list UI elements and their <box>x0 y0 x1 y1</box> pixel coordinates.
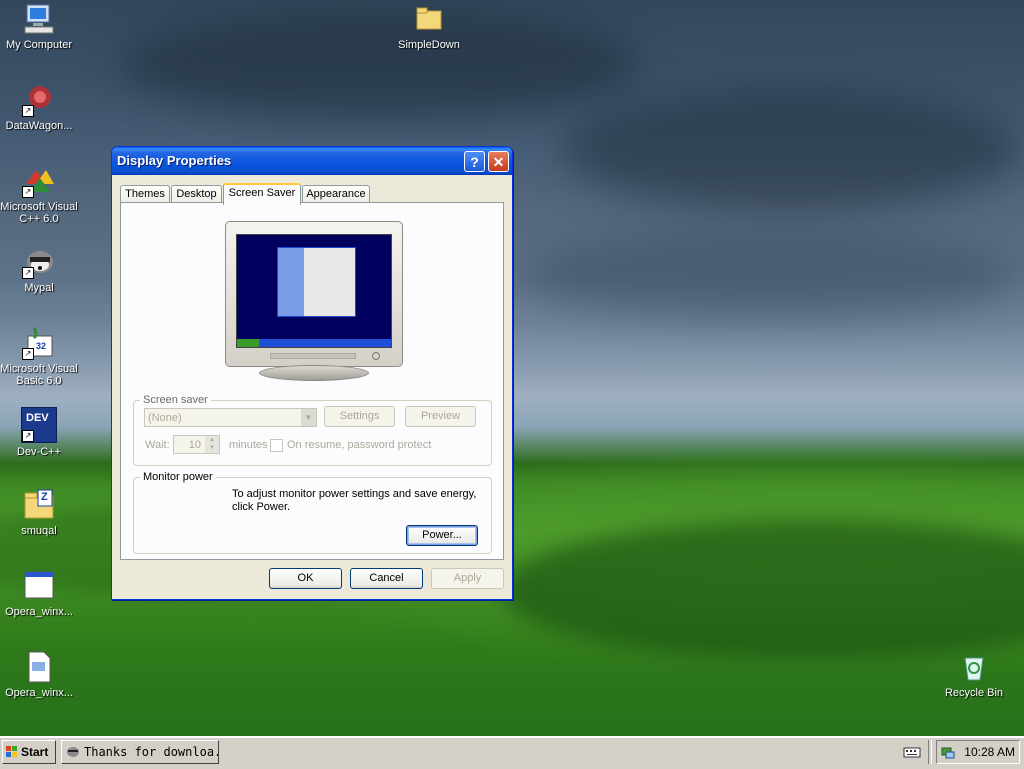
shortcut-arrow-icon: ↗ <box>22 186 34 198</box>
desktop-icon-visual-cpp[interactable]: ↗ Microsoft Visual C++ 6.0 <box>0 164 79 225</box>
wallpaper-cloud <box>120 10 640 120</box>
taskbar-item-browser[interactable]: Thanks for downloa... <box>61 740 219 764</box>
monitor-preview <box>225 221 403 367</box>
dev-glyph: DEV <box>26 412 49 424</box>
screen-saver-select[interactable]: (None) ▼ <box>144 408 317 427</box>
desktop-icon-opera-1[interactable]: Opera_winx... <box>0 569 79 618</box>
desktop-icon-label: Opera_winx... <box>5 687 73 699</box>
monitor-power-description: To adjust monitor power settings and sav… <box>232 488 477 513</box>
spinner-arrows-icon[interactable]: ▲ ▼ <box>205 436 219 453</box>
visual-cpp-icon: ↗ <box>22 164 56 198</box>
desktop-icon-label: Microsoft Visual C++ 6.0 <box>0 201 78 225</box>
desktop-icon-label: Dev-C++ <box>16 446 62 458</box>
taskbar-item-label: Thanks for downloa... <box>84 745 218 759</box>
dev-cpp-icon: DEV ↗ <box>21 407 57 443</box>
zip-folder-icon: Z <box>22 488 56 522</box>
cancel-button[interactable]: Cancel <box>350 568 423 589</box>
password-protect-label: On resume, password protect <box>287 439 432 451</box>
close-icon: ✕ <box>492 154 505 170</box>
monitor-power-group-label: Monitor power <box>143 471 213 483</box>
shortcut-arrow-icon: ↗ <box>22 105 34 117</box>
desktop-icon-label: DataWagon... <box>5 120 73 132</box>
datawagon-icon: ↗ <box>22 83 56 117</box>
ok-button[interactable]: OK <box>269 568 342 589</box>
desktop-icon-dev-cpp[interactable]: DEV ↗ Dev-C++ <box>0 407 79 458</box>
screen-saver-group-label: Screen saver <box>143 394 208 406</box>
wait-minutes-spinner[interactable]: 10 ▲ ▼ <box>173 435 220 454</box>
wallpaper-cloud <box>560 90 1020 210</box>
desktop-icon-label: Opera_winx... <box>5 606 73 618</box>
shortcut-arrow-icon: ↗ <box>22 430 34 442</box>
title-bar[interactable]: Display Properties ? ✕ <box>112 147 512 175</box>
screen-saver-select-value: (None) <box>148 412 182 424</box>
raccoon-icon <box>67 747 79 757</box>
monitor-power-led-icon <box>372 352 380 360</box>
desktop-icon-label: Recycle Bin <box>944 687 1004 699</box>
settings-button[interactable]: Settings <box>324 406 395 427</box>
start-button[interactable]: Start <box>2 740 56 764</box>
monitor-slot <box>270 353 356 359</box>
windows-logo-icon <box>6 746 17 757</box>
network-tray-icon[interactable] <box>940 744 956 760</box>
desktop-icon-label: Mypal <box>24 282 54 294</box>
raccoon-icon: ↗ <box>22 245 56 279</box>
preview-button[interactable]: Preview <box>405 406 476 427</box>
desktop-icon-datawagon[interactable]: ↗ DataWagon... <box>0 83 79 132</box>
display-properties-dialog: Display Properties ? ✕ Themes Desktop Sc… <box>111 146 513 600</box>
keyboard-icon[interactable] <box>903 745 921 762</box>
desktop-icon-smuqal[interactable]: Z smuqal <box>0 488 79 537</box>
help-button[interactable]: ? <box>464 151 485 172</box>
screen-saver-panel: Screen saver (None) ▼ Settings Preview W… <box>120 202 504 560</box>
wallpaper-hill <box>500 520 1024 660</box>
window-file-icon <box>22 569 56 603</box>
desktop-icon-label: My Computer <box>5 39 73 51</box>
tab-appearance[interactable]: Appearance <box>302 185 370 203</box>
vb-version-glyph: 32 <box>36 341 47 351</box>
taskbar: Start Thanks for downloa... 10:28 AM <box>0 736 1024 769</box>
desktop-icon-label: smuqal <box>21 525 57 537</box>
preview-start-button <box>237 339 259 347</box>
desktop-icon-label: SimpleDown <box>398 39 460 51</box>
preview-window-thumbnail <box>277 247 356 317</box>
preview-taskbar <box>237 339 391 347</box>
desktop-icon-label: Microsoft Visual Basic 6.0 <box>0 363 78 387</box>
wait-label: Wait: <box>145 439 170 451</box>
wallpaper-cloud <box>520 230 1020 320</box>
preview-screen <box>236 234 392 348</box>
desktop-icon-simpledown[interactable]: SimpleDown <box>389 2 469 51</box>
wait-minutes-value: 10 <box>188 439 201 451</box>
apply-button[interactable]: Apply <box>431 568 504 589</box>
recycle-bin-icon <box>957 650 991 684</box>
start-label: Start <box>21 745 49 759</box>
desktop-icon-visual-basic[interactable]: 32 ↗ Microsoft Visual Basic 6.0 <box>0 326 79 387</box>
folder-icon <box>412 2 446 36</box>
monitor-stand <box>259 365 369 381</box>
chevron-down-icon: ▼ <box>301 409 316 426</box>
minutes-label: minutes <box>229 439 268 451</box>
tab-screen-saver[interactable]: Screen Saver <box>223 183 301 205</box>
power-button[interactable]: Power... <box>406 525 478 546</box>
system-tray: 10:28 AM <box>936 740 1020 764</box>
visual-basic-icon: 32 ↗ <box>22 326 56 360</box>
clock[interactable]: 10:28 AM <box>964 741 1015 763</box>
tab-themes[interactable]: Themes <box>120 185 170 203</box>
help-icon: ? <box>470 154 479 170</box>
dialog-title: Display Properties <box>117 153 232 168</box>
zip-glyph: Z <box>41 491 48 503</box>
desktop-icon-opera-2[interactable]: Opera_winx... <box>0 650 79 699</box>
desktop-icon-recycle-bin[interactable]: Recycle Bin <box>934 650 1014 699</box>
screen-saver-group: Screen saver <box>133 394 492 466</box>
close-button[interactable]: ✕ <box>488 151 509 172</box>
taskbar-separator <box>928 740 932 764</box>
computer-icon <box>22 2 56 36</box>
shortcut-arrow-icon: ↗ <box>22 348 34 360</box>
desktop-icon-my-computer[interactable]: My Computer <box>0 2 79 51</box>
password-protect-checkbox[interactable] <box>270 439 283 452</box>
document-file-icon <box>22 650 56 684</box>
tab-desktop[interactable]: Desktop <box>171 185 222 203</box>
shortcut-arrow-icon: ↗ <box>22 267 34 279</box>
desktop-icon-mypal[interactable]: ↗ Mypal <box>0 245 79 294</box>
